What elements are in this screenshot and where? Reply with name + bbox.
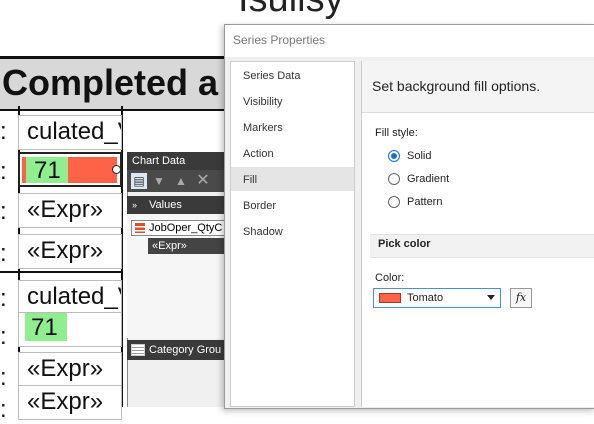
value-series-item[interactable]: JobOper_QtyC (131, 220, 231, 236)
nav-item-action[interactable]: Action (243, 148, 274, 160)
cell-text: «Expr» (27, 237, 104, 264)
radio-gradient-label[interactable]: Gradient (407, 173, 449, 185)
table-cell-selected[interactable]: 71 (18, 152, 122, 187)
table-cell[interactable]: 71 (18, 312, 122, 347)
radio-solid[interactable] (388, 150, 400, 162)
row-colon: : (0, 396, 7, 423)
report-title-partial: Isuilsy (238, 0, 344, 21)
fill-style-label: Fill style: (375, 127, 418, 139)
resize-handle[interactable] (112, 165, 120, 174)
cell-text: «Expr» (27, 196, 104, 223)
expression-button[interactable]: fx (510, 288, 532, 308)
nav-item-markers[interactable]: Markers (243, 122, 283, 134)
radio-gradient[interactable] (388, 173, 400, 185)
value-series-label: JobOper_QtyC (149, 222, 223, 234)
nav-item-shadow[interactable]: Shadow (243, 226, 283, 238)
cell-text: «Expr» (27, 388, 104, 415)
table-cell[interactable]: culated_V (18, 280, 122, 315)
table-cell[interactable]: «Expr» (18, 352, 122, 387)
move-down-icon[interactable]: ▼ (151, 173, 167, 189)
radio-solid-label[interactable]: Solid (407, 150, 431, 162)
bar-series-icon (135, 223, 145, 233)
nav-item-fill[interactable]: Fill (243, 174, 257, 186)
group-divider (0, 271, 122, 273)
move-up-icon[interactable]: ▲ (173, 173, 189, 189)
chart-data-toolbar: ▤ ▼ ▲ ✕ (127, 170, 227, 192)
dialog-title: Series Properties (233, 33, 326, 47)
cell-text: culated_V (27, 118, 121, 145)
row-colon: : (0, 285, 7, 312)
values-section-header[interactable]: » Values (127, 196, 227, 214)
values-label: Values (149, 199, 182, 211)
row-colon: : (0, 158, 7, 185)
color-swatch (379, 293, 401, 303)
nav-item-series-data[interactable]: Series Data (243, 70, 300, 82)
collapse-icon[interactable]: » (132, 196, 137, 214)
table-cell[interactable]: culated_V (18, 115, 122, 150)
cell-text: 71 (34, 157, 61, 184)
radio-pattern[interactable] (388, 196, 400, 208)
radio-pattern-label[interactable]: Pattern (407, 196, 442, 208)
delete-icon[interactable]: ✕ (195, 173, 211, 189)
properties-icon[interactable]: ▤ (131, 173, 147, 189)
nav-item-border[interactable]: Border (243, 200, 276, 212)
category-groups-label: Category Grou (149, 344, 222, 356)
pick-color-label: Pick color (378, 238, 431, 250)
content-header-text: Set background fill options. (372, 78, 541, 94)
chevron-down-icon (487, 295, 495, 300)
table-cell[interactable]: «Expr» (18, 234, 122, 269)
category-groups-header[interactable]: Category Grou (127, 340, 227, 360)
table-cell[interactable]: «Expr» (18, 385, 122, 420)
chart-data-title: Chart Data (127, 152, 227, 170)
row-colon: : (0, 364, 7, 391)
color-value: Tomato (407, 292, 444, 304)
row-colon: : (0, 118, 7, 145)
cell-text: 71 (31, 314, 58, 341)
color-dropdown[interactable]: Tomato (373, 288, 501, 308)
row-colon: : (0, 198, 7, 225)
row-colon: : (0, 240, 7, 267)
table-cell[interactable]: «Expr» (18, 193, 122, 228)
cell-text: «Expr» (27, 355, 104, 382)
table-header-text[interactable]: Completed a (2, 62, 218, 104)
nav-item-visibility[interactable]: Visibility (243, 96, 283, 108)
row-colon: : (0, 323, 7, 350)
color-label: Color: (375, 272, 405, 284)
category-groups-icon (131, 344, 145, 357)
expr-item[interactable]: «Expr» (148, 238, 228, 254)
cell-text: culated_V (27, 283, 121, 310)
